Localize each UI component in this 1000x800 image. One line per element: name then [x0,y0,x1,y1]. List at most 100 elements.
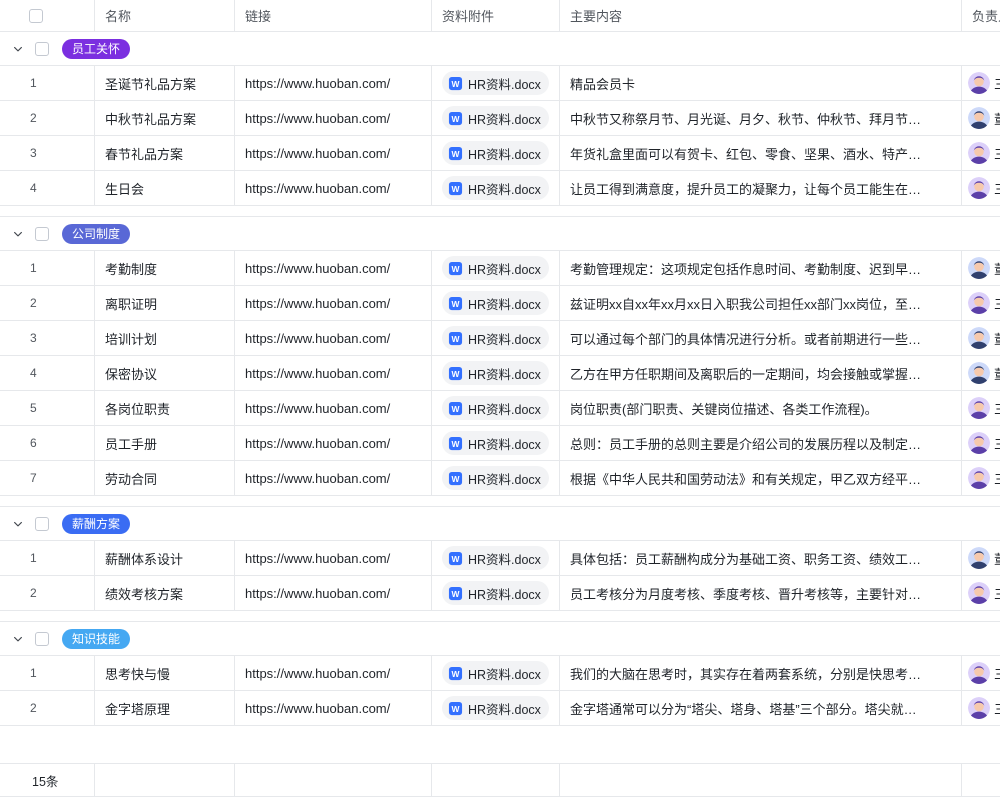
column-header-name[interactable]: 名称 [95,0,235,31]
attachment-chip[interactable]: WHR资料.docx [442,106,549,130]
attachment-chip[interactable]: WHR资料.docx [442,176,549,200]
content-cell[interactable]: 年货礼盒里面可以有贺卡、红包、零食、坚果、酒水、特产… [560,136,962,170]
name-cell[interactable]: 离职证明 [95,286,235,320]
row-number-cell[interactable]: 2 [0,101,95,135]
link-cell[interactable]: https://www.huoban.com/ [235,66,432,100]
record-link[interactable]: https://www.huoban.com/ [245,586,390,601]
link-cell[interactable]: https://www.huoban.com/ [235,461,432,495]
record-link[interactable]: https://www.huoban.com/ [245,111,390,126]
select-all-checkbox[interactable] [29,9,43,23]
row-number-cell[interactable]: 4 [0,356,95,390]
owner-cell[interactable]: 三 [962,461,1000,495]
row-number-cell[interactable]: 7 [0,461,95,495]
attachment-cell[interactable]: WHR资料.docx [432,66,560,100]
attachment-chip[interactable]: WHR资料.docx [442,141,549,165]
group-checkbox[interactable] [35,227,49,241]
link-cell[interactable]: https://www.huoban.com/ [235,426,432,460]
row-number-cell[interactable]: 1 [0,251,95,285]
chevron-down-icon[interactable] [10,631,26,647]
name-cell[interactable]: 生日会 [95,171,235,205]
record-link[interactable]: https://www.huoban.com/ [245,181,390,196]
column-header-attachment[interactable]: 资料附件 [432,0,560,31]
attachment-chip[interactable]: WHR资料.docx [442,546,549,570]
owner-cell[interactable]: 三 [962,136,1000,170]
attachment-chip[interactable]: WHR资料.docx [442,661,549,685]
link-cell[interactable]: https://www.huoban.com/ [235,576,432,610]
record-link[interactable]: https://www.huoban.com/ [245,331,390,346]
owner-cell[interactable]: 董 [962,251,1000,285]
link-cell[interactable]: https://www.huoban.com/ [235,691,432,725]
content-cell[interactable]: 考勤管理规定：这项规定包括作息时间、考勤制度、迟到早… [560,251,962,285]
record-link[interactable]: https://www.huoban.com/ [245,471,390,486]
chevron-down-icon[interactable] [10,41,26,57]
link-cell[interactable]: https://www.huoban.com/ [235,136,432,170]
group-checkbox[interactable] [35,632,49,646]
attachment-cell[interactable]: WHR资料.docx [432,251,560,285]
owner-cell[interactable]: 三 [962,171,1000,205]
attachment-cell[interactable]: WHR资料.docx [432,656,560,690]
attachment-cell[interactable]: WHR资料.docx [432,426,560,460]
name-cell[interactable]: 思考快与慢 [95,656,235,690]
content-cell[interactable]: 兹证明xx自xx年xx月xx日入职我公司担任xx部门xx岗位，至… [560,286,962,320]
record-link[interactable]: https://www.huoban.com/ [245,146,390,161]
row-number-cell[interactable]: 2 [0,286,95,320]
owner-cell[interactable]: 三 [962,391,1000,425]
owner-cell[interactable]: 董 [962,541,1000,575]
owner-cell[interactable]: 三 [962,691,1000,725]
record-link[interactable]: https://www.huoban.com/ [245,296,390,311]
row-number-cell[interactable]: 3 [0,321,95,355]
row-number-cell[interactable]: 2 [0,691,95,725]
link-cell[interactable]: https://www.huoban.com/ [235,656,432,690]
record-link[interactable]: https://www.huoban.com/ [245,76,390,91]
owner-cell[interactable]: 三 [962,426,1000,460]
chevron-down-icon[interactable] [10,516,26,532]
attachment-chip[interactable]: WHR资料.docx [442,71,549,95]
name-cell[interactable]: 薪酬体系设计 [95,541,235,575]
row-number-cell[interactable]: 2 [0,576,95,610]
attachment-cell[interactable]: WHR资料.docx [432,171,560,205]
row-number-cell[interactable]: 6 [0,426,95,460]
link-cell[interactable]: https://www.huoban.com/ [235,286,432,320]
group-checkbox[interactable] [35,42,49,56]
column-header-owner[interactable]: 负责人 [962,0,1000,31]
column-header-content[interactable]: 主要内容 [560,0,962,31]
record-link[interactable]: https://www.huoban.com/ [245,261,390,276]
attachment-cell[interactable]: WHR资料.docx [432,286,560,320]
owner-cell[interactable]: 三 [962,576,1000,610]
link-cell[interactable]: https://www.huoban.com/ [235,251,432,285]
name-cell[interactable]: 中秋节礼品方案 [95,101,235,135]
row-number-cell[interactable]: 3 [0,136,95,170]
name-cell[interactable]: 春节礼品方案 [95,136,235,170]
content-cell[interactable]: 员工考核分为月度考核、季度考核、晋升考核等，主要针对… [560,576,962,610]
attachment-chip[interactable]: WHR资料.docx [442,696,549,720]
row-number-cell[interactable]: 5 [0,391,95,425]
name-cell[interactable]: 培训计划 [95,321,235,355]
link-cell[interactable]: https://www.huoban.com/ [235,356,432,390]
owner-cell[interactable]: 三 [962,286,1000,320]
owner-cell[interactable]: 三 [962,66,1000,100]
link-cell[interactable]: https://www.huoban.com/ [235,321,432,355]
attachment-cell[interactable]: WHR资料.docx [432,391,560,425]
link-cell[interactable]: https://www.huoban.com/ [235,541,432,575]
content-cell[interactable]: 让员工得到满意度，提升员工的凝聚力，让每个员工能生在… [560,171,962,205]
attachment-cell[interactable]: WHR资料.docx [432,136,560,170]
link-cell[interactable]: https://www.huoban.com/ [235,171,432,205]
name-cell[interactable]: 圣诞节礼品方案 [95,66,235,100]
link-cell[interactable]: https://www.huoban.com/ [235,101,432,135]
name-cell[interactable]: 员工手册 [95,426,235,460]
content-cell[interactable]: 根据《中华人民共和国劳动法》和有关规定，甲乙双方经平… [560,461,962,495]
content-cell[interactable]: 乙方在甲方任职期间及离职后的一定期间，均会接触或掌握… [560,356,962,390]
link-cell[interactable]: https://www.huoban.com/ [235,391,432,425]
content-cell[interactable]: 具体包括：员工薪酬构成分为基础工资、职务工资、绩效工… [560,541,962,575]
content-cell[interactable]: 可以通过每个部门的具体情况进行分析。或者前期进行一些… [560,321,962,355]
attachment-chip[interactable]: WHR资料.docx [442,291,549,315]
content-cell[interactable]: 精品会员卡 [560,66,962,100]
attachment-cell[interactable]: WHR资料.docx [432,101,560,135]
row-number-cell[interactable]: 1 [0,541,95,575]
attachment-chip[interactable]: WHR资料.docx [442,466,549,490]
owner-cell[interactable]: 董 [962,356,1000,390]
record-link[interactable]: https://www.huoban.com/ [245,666,390,681]
name-cell[interactable]: 金字塔原理 [95,691,235,725]
content-cell[interactable]: 中秋节又称祭月节、月光诞、月夕、秋节、仲秋节、拜月节… [560,101,962,135]
attachment-chip[interactable]: WHR资料.docx [442,581,549,605]
